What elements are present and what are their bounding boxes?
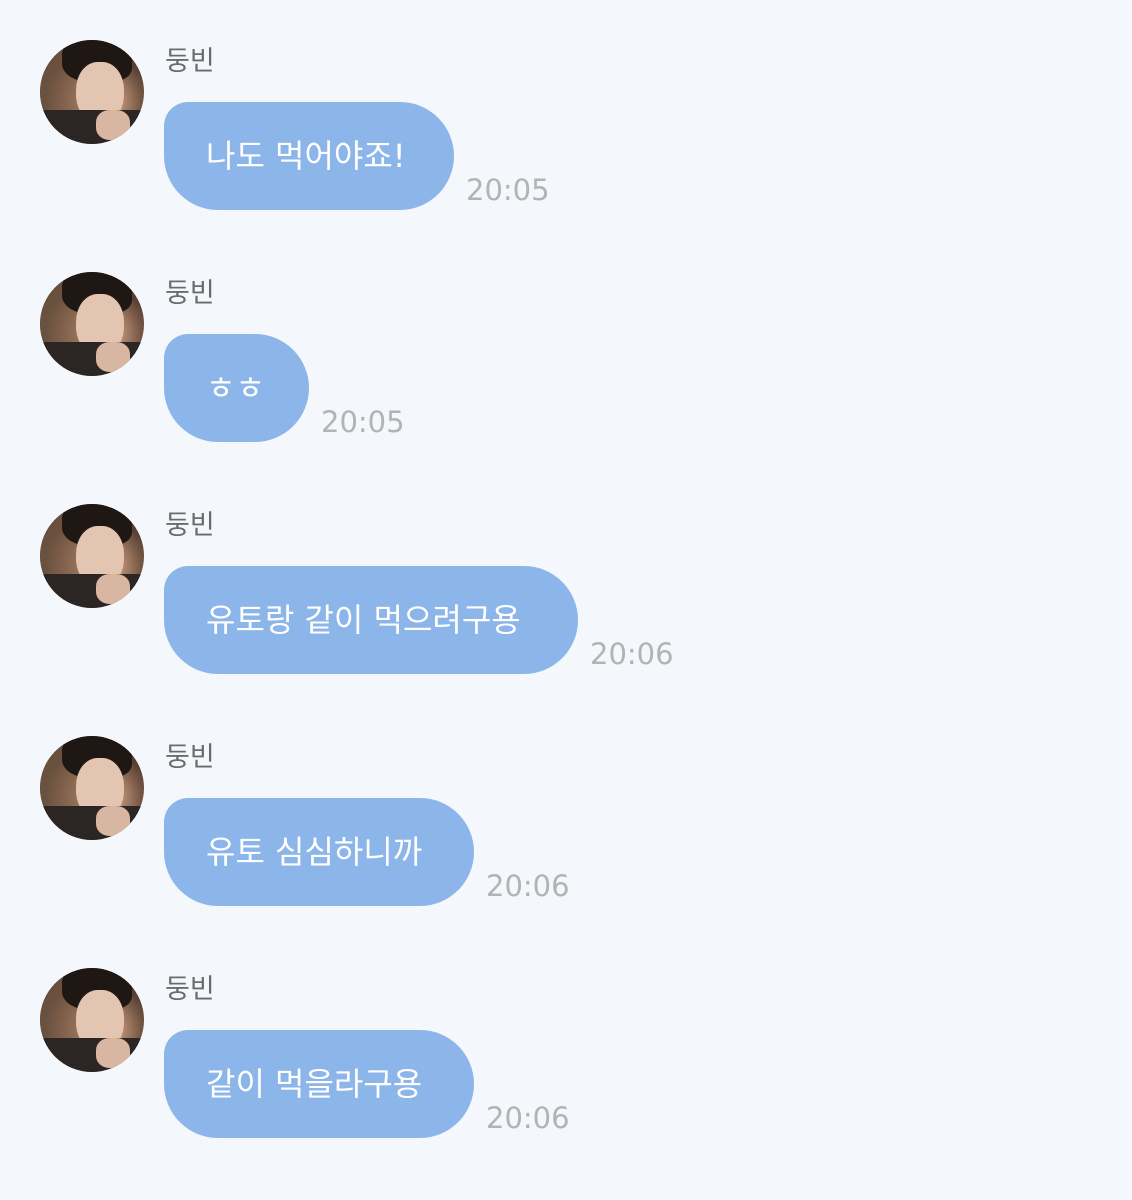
message-bubble[interactable]: 같이 먹을라구용 xyxy=(164,1030,474,1138)
sender-avatar[interactable] xyxy=(40,504,144,608)
sender-name: 둥빈 xyxy=(165,46,215,77)
sender-name: 둥빈 xyxy=(165,974,215,1005)
message-row: 둥빈 유토 심심하니까 20:06 xyxy=(0,696,1132,928)
sender-avatar[interactable] xyxy=(40,968,144,1072)
sender-avatar[interactable] xyxy=(40,40,144,144)
message-time: 20:05 xyxy=(321,405,405,439)
message-bubble[interactable]: 유토 심심하니까 xyxy=(164,798,474,906)
message-time: 20:06 xyxy=(486,1101,570,1135)
message-time: 20:06 xyxy=(486,869,570,903)
chat-log: 둥빈 나도 먹어야죠! 20:05 둥빈 ㅎㅎ 20:05 둥빈 유토랑 같이 … xyxy=(0,0,1132,1200)
message-time: 20:06 xyxy=(590,637,674,671)
message-row: 둥빈 ㅎㅎ 20:05 xyxy=(0,232,1132,464)
sender-avatar[interactable] xyxy=(40,272,144,376)
message-bubble[interactable]: 유토랑 같이 먹으려구용 xyxy=(164,566,578,674)
message-time: 20:05 xyxy=(466,173,550,207)
message-bubble[interactable]: 나도 먹어야죠! xyxy=(164,102,454,210)
sender-name: 둥빈 xyxy=(165,510,215,541)
message-row: 둥빈 나도 먹어야죠! 20:05 xyxy=(0,0,1132,232)
message-row: 둥빈 같이 먹을라구용 20:06 xyxy=(0,928,1132,1160)
sender-name: 둥빈 xyxy=(165,278,215,309)
message-bubble[interactable]: ㅎㅎ xyxy=(164,334,309,442)
message-row: 둥빈 유토랑 같이 먹으려구용 20:06 xyxy=(0,464,1132,696)
sender-name: 둥빈 xyxy=(165,742,215,773)
sender-avatar[interactable] xyxy=(40,736,144,840)
